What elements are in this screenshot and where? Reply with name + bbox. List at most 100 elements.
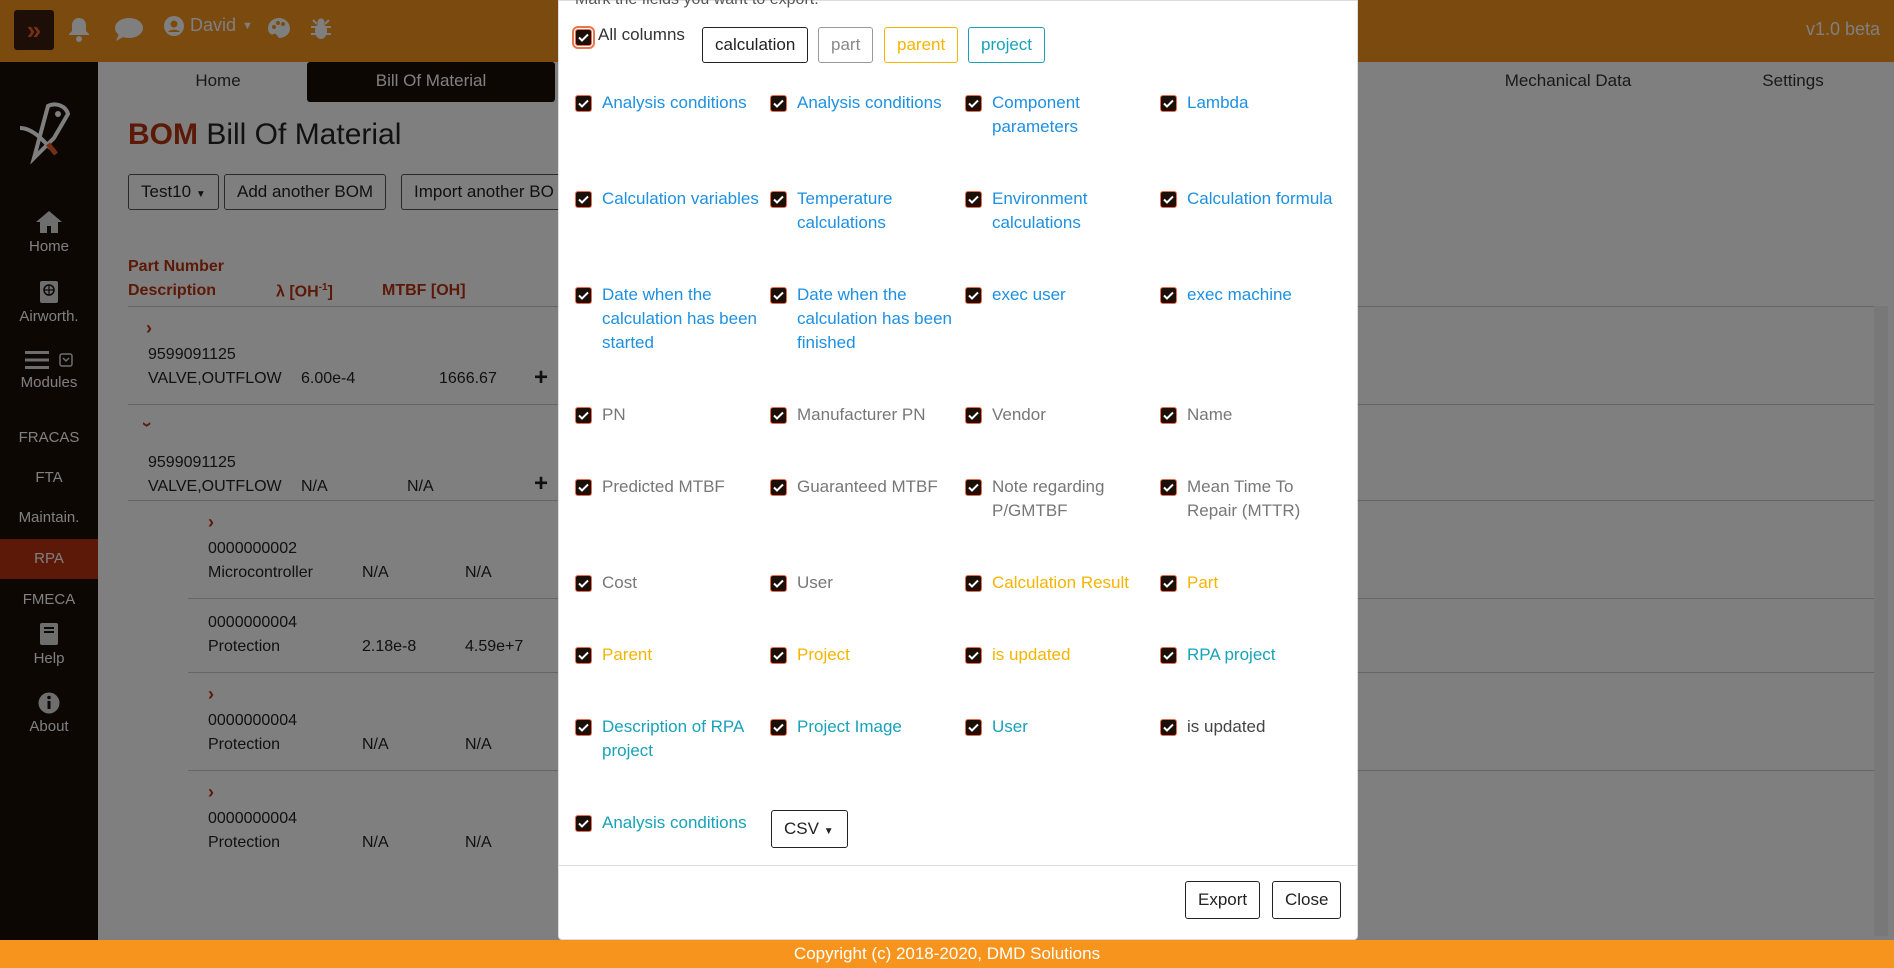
export-field-checkbox[interactable]: exec machine <box>1160 283 1347 307</box>
export-field-checkbox[interactable]: Cost <box>575 571 762 595</box>
checkbox-checked-icon <box>965 575 982 592</box>
export-field-checkbox[interactable]: Lambda <box>1160 91 1347 115</box>
export-field-checkbox[interactable]: Parent <box>575 643 762 667</box>
export-field-label: exec user <box>992 285 1066 304</box>
all-columns-checkbox[interactable]: All columns <box>572 25 685 49</box>
export-field-checkbox[interactable]: Calculation variables <box>575 187 762 211</box>
export-field-checkbox[interactable]: Analysis conditions <box>575 91 762 115</box>
export-field-checkbox[interactable]: PN <box>575 403 762 427</box>
export-field-label: Manufacturer PN <box>797 405 926 424</box>
export-field-checkbox[interactable]: is updated <box>965 643 1152 667</box>
export-field-checkbox[interactable]: User <box>770 571 957 595</box>
export-field-checkbox[interactable]: exec user <box>965 283 1152 307</box>
export-field-checkbox[interactable]: Predicted MTBF <box>575 475 762 499</box>
export-field-checkbox[interactable]: Note regarding P/GMTBF <box>965 475 1152 523</box>
export-modal: Mark the fields you want to export: All … <box>558 0 1358 940</box>
export-field-label: Project <box>797 645 850 664</box>
export-field-checkbox[interactable]: Project <box>770 643 957 667</box>
filter-project-button[interactable]: project <box>968 27 1046 63</box>
export-field-checkbox[interactable]: Name <box>1160 403 1347 427</box>
export-field-checkbox[interactable]: Project Image <box>770 715 957 739</box>
checkbox-checked-icon <box>965 719 982 736</box>
export-field-label: Parent <box>602 645 653 664</box>
export-field-label: PN <box>602 405 626 424</box>
export-field-label: Mean Time To Repair (MTTR) <box>1187 477 1301 520</box>
export-field-label: is updated <box>992 645 1071 664</box>
export-field-checkbox[interactable]: Analysis conditions <box>770 91 957 115</box>
export-field-checkbox[interactable]: Component parameters <box>965 91 1152 139</box>
modal-footer-divider <box>559 865 1357 866</box>
checkbox-checked-icon <box>1160 719 1177 736</box>
export-field-label: Part <box>1187 573 1219 592</box>
checkbox-checked-icon <box>965 479 982 496</box>
footer: Copyright (c) 2018-2020, DMD Solutions <box>0 940 1894 968</box>
export-field-checkbox[interactable]: Calculation formula <box>1160 187 1347 211</box>
export-field-label: Calculation Result <box>992 573 1130 592</box>
checkbox-checked-icon <box>1160 647 1177 664</box>
export-field-label: Vendor <box>992 405 1046 424</box>
export-field-label: Calculation variables <box>602 189 759 208</box>
export-field-label: Cost <box>602 573 637 592</box>
format-select-dropdown[interactable]: CSV ▼ <box>771 810 848 848</box>
export-field-label: Description of RPA project <box>602 717 744 760</box>
export-field-checkbox[interactable]: Part <box>1160 571 1347 595</box>
checkbox-checked-icon <box>575 647 592 664</box>
checkbox-checked-icon <box>575 287 592 304</box>
checkbox-checked-icon <box>965 191 982 208</box>
export-field-label: Note regarding P/GMTBF <box>992 477 1105 520</box>
filter-part-button[interactable]: part <box>818 27 874 63</box>
checkbox-checked-icon <box>965 647 982 664</box>
filter-parent-button[interactable]: parent <box>884 27 959 63</box>
export-field-checkbox[interactable]: Environment calculations <box>965 187 1152 235</box>
export-field-label: Guaranteed MTBF <box>797 477 938 496</box>
export-button[interactable]: Export <box>1185 881 1261 919</box>
export-field-checkbox[interactable]: RPA project <box>1160 643 1347 667</box>
export-field-label: RPA project <box>1187 645 1276 664</box>
export-field-checkbox[interactable]: Analysis conditions <box>575 811 762 835</box>
export-field-label: Analysis conditions <box>602 813 747 832</box>
checkbox-checked-icon <box>1160 95 1177 112</box>
checkbox-checked-icon <box>965 95 982 112</box>
export-field-checkbox[interactable]: Date when the calculation has been start… <box>575 283 762 355</box>
export-field-checkbox[interactable]: Manufacturer PN <box>770 403 957 427</box>
filter-calculation-button[interactable]: calculation <box>702 27 809 63</box>
export-field-label: Analysis conditions <box>602 93 747 112</box>
checkbox-checked-icon <box>770 287 787 304</box>
checkbox-checked-icon <box>770 647 787 664</box>
checkbox-checked-icon <box>770 407 787 424</box>
checkbox-checked-icon <box>770 575 787 592</box>
checkbox-checked-icon <box>575 479 592 496</box>
export-field-checkbox[interactable]: Calculation Result <box>965 571 1152 595</box>
checkbox-checked-icon <box>575 191 592 208</box>
checkbox-checked-icon <box>965 287 982 304</box>
checkbox-checked-icon <box>575 407 592 424</box>
export-field-label: User <box>797 573 833 592</box>
export-field-label: Component parameters <box>992 93 1080 136</box>
checkbox-checked-icon <box>1160 407 1177 424</box>
checkbox-checked-icon <box>1160 287 1177 304</box>
export-field-label: Environment calculations <box>992 189 1088 232</box>
checkbox-checked-icon <box>770 191 787 208</box>
export-field-label: exec machine <box>1187 285 1292 304</box>
checkbox-checked-icon <box>770 95 787 112</box>
export-field-checkbox[interactable]: is updated <box>1160 715 1347 739</box>
export-field-label: Name <box>1187 405 1233 424</box>
export-field-label: Temperature calculations <box>797 189 893 232</box>
checkbox-checked-icon <box>572 26 595 49</box>
checkbox-checked-icon <box>575 719 592 736</box>
export-field-checkbox[interactable]: Mean Time To Repair (MTTR) <box>1160 475 1347 523</box>
export-field-label: is updated <box>1187 717 1266 736</box>
close-button[interactable]: Close <box>1272 881 1342 919</box>
checkbox-checked-icon <box>575 815 592 832</box>
export-field-checkbox[interactable]: Date when the calculation has been finis… <box>770 283 957 355</box>
export-field-label: Date when the calculation has been finis… <box>797 285 953 352</box>
export-field-checkbox[interactable]: Guaranteed MTBF <box>770 475 957 499</box>
export-field-checkbox[interactable]: Vendor <box>965 403 1152 427</box>
checkbox-checked-icon <box>575 95 592 112</box>
export-field-checkbox[interactable]: Description of RPA project <box>575 715 762 763</box>
export-field-checkbox[interactable]: Temperature calculations <box>770 187 957 235</box>
export-field-label: Lambda <box>1187 93 1249 112</box>
export-field-checkbox[interactable]: User <box>965 715 1152 739</box>
checkbox-checked-icon <box>1160 479 1177 496</box>
checkbox-checked-icon <box>965 407 982 424</box>
